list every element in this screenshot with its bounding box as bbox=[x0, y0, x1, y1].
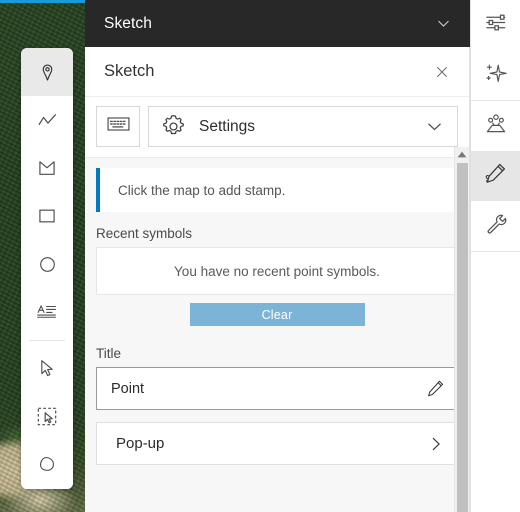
tool-text[interactable] bbox=[21, 288, 73, 336]
sketch-tool-rail bbox=[21, 48, 73, 489]
sliders-icon bbox=[484, 11, 507, 39]
widget-header: Sketch bbox=[85, 0, 470, 47]
sketch-panel: Sketch Settings Click the map to add sta… bbox=[85, 47, 470, 512]
chevron-down-icon[interactable] bbox=[435, 15, 452, 32]
popup-row-label: Pop-up bbox=[116, 435, 165, 452]
polygon-icon bbox=[37, 159, 57, 178]
sparkle-icon bbox=[484, 61, 508, 90]
tool-point[interactable] bbox=[21, 48, 73, 96]
title-input[interactable]: Point bbox=[96, 367, 458, 410]
recent-symbols-empty-state: You have no recent point symbols. bbox=[96, 247, 458, 295]
right-rail-item-basemap[interactable] bbox=[471, 101, 520, 151]
tool-box-select[interactable] bbox=[21, 392, 73, 441]
page-title: Sketch bbox=[104, 62, 155, 80]
scrollbar-thumb[interactable] bbox=[457, 163, 468, 512]
hint-text: Click the map to add stamp. bbox=[118, 182, 286, 198]
title-input-value: Point bbox=[111, 380, 145, 397]
close-icon[interactable] bbox=[431, 61, 453, 83]
map-top-accent-line bbox=[0, 0, 90, 3]
pencil-sketch-icon bbox=[483, 161, 508, 191]
rectangle-icon bbox=[37, 207, 57, 225]
freehand-shape-icon bbox=[37, 455, 57, 474]
right-rail-item-tools[interactable] bbox=[471, 201, 520, 251]
widget-header-title: Sketch bbox=[104, 14, 152, 32]
clear-button[interactable]: Clear bbox=[189, 303, 365, 326]
settings-button[interactable]: Settings bbox=[148, 106, 458, 147]
right-rail-item-smart-editing[interactable] bbox=[471, 50, 520, 100]
wrench-icon bbox=[484, 212, 508, 241]
settings-button-label: Settings bbox=[199, 117, 256, 135]
triangle-up-icon[interactable] bbox=[455, 147, 469, 161]
tool-freehand[interactable] bbox=[21, 440, 73, 489]
map-pin-icon bbox=[38, 63, 57, 82]
tool-rectangle[interactable] bbox=[21, 192, 73, 240]
settings-toolbar: Settings bbox=[85, 97, 469, 158]
right-rail-divider-bottom bbox=[471, 251, 520, 252]
keyboard-button[interactable] bbox=[96, 106, 140, 147]
pencil-icon[interactable] bbox=[426, 379, 445, 398]
chevron-right-icon bbox=[427, 435, 445, 453]
panel-scrollbar[interactable] bbox=[454, 147, 469, 512]
hint-message: Click the map to add stamp. bbox=[96, 168, 458, 212]
text-icon bbox=[36, 302, 58, 322]
circle-icon bbox=[38, 255, 57, 274]
popup-row[interactable]: Pop-up bbox=[96, 422, 458, 465]
right-rail-item-settings[interactable] bbox=[471, 0, 520, 50]
right-tool-rail bbox=[470, 0, 520, 512]
sketch-panel-titlebar: Sketch bbox=[85, 47, 469, 97]
title-field-label: Title bbox=[96, 346, 122, 361]
tool-rail-divider bbox=[29, 340, 65, 341]
tool-select[interactable] bbox=[21, 344, 73, 393]
tool-polygon[interactable] bbox=[21, 144, 73, 192]
marquee-select-icon bbox=[36, 406, 58, 427]
gear-icon bbox=[161, 114, 186, 139]
cursor-arrow-icon bbox=[39, 359, 55, 378]
right-rail-item-sketch[interactable] bbox=[471, 151, 520, 201]
chevron-down-icon bbox=[425, 117, 444, 136]
keyboard-icon bbox=[107, 116, 130, 137]
recent-symbols-label: Recent symbols bbox=[96, 226, 193, 241]
sketch-panel-body: Settings Click the map to add stamp. Rec… bbox=[85, 97, 469, 512]
tool-circle[interactable] bbox=[21, 240, 73, 288]
polyline-icon bbox=[37, 111, 58, 130]
recent-symbols-empty-text: You have no recent point symbols. bbox=[174, 263, 380, 279]
basemap-group-icon bbox=[484, 112, 508, 141]
tool-polyline[interactable] bbox=[21, 96, 73, 144]
